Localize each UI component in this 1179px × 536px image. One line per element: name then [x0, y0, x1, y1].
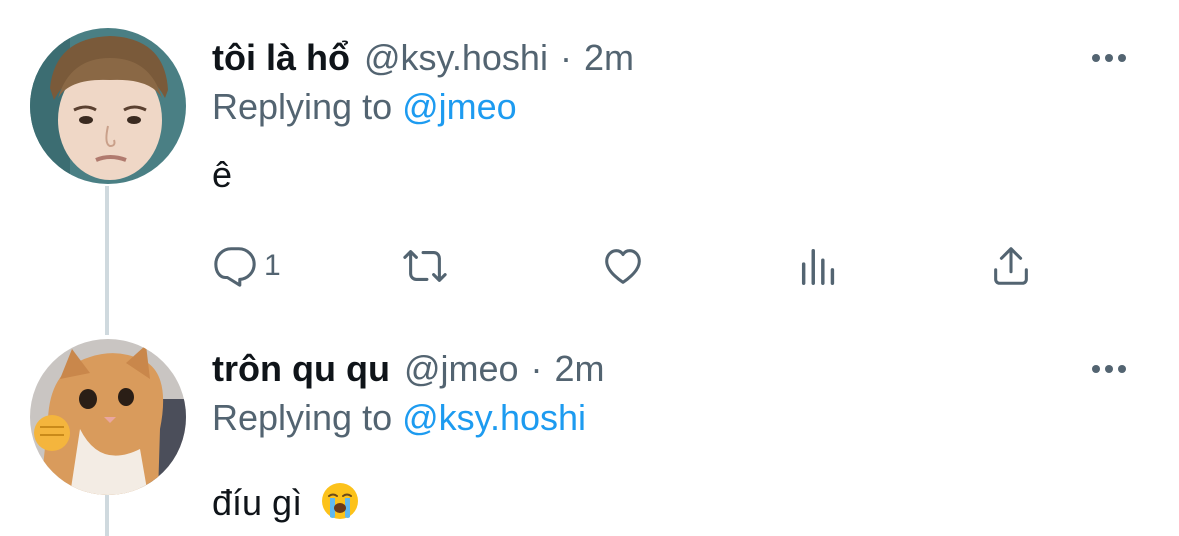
tweet[interactable]: trôn qu qu @jmeo · 2m Replying to @ksy.h… — [0, 335, 1179, 536]
avatar[interactable] — [30, 28, 186, 184]
tweet-header: tôi là hổ @ksy.hoshi · 2m — [212, 34, 1139, 82]
reply-icon — [214, 247, 256, 287]
tweet-text: đíu gì — [212, 482, 303, 523]
user-handle[interactable]: @ksy.hoshi — [364, 37, 548, 79]
more-dot — [1105, 54, 1113, 62]
avatar-photo-cat — [30, 339, 186, 495]
header-separator: · — [559, 37, 572, 78]
replying-to: Replying to @jmeo — [212, 86, 517, 128]
retweet-button[interactable] — [402, 238, 448, 294]
display-name[interactable]: tôi là hổ — [212, 37, 350, 79]
share-icon — [994, 247, 1028, 285]
tweet-text: ê — [212, 154, 233, 195]
more-dot — [1118, 54, 1126, 62]
thread-connector-line — [105, 186, 109, 335]
more-dot — [1105, 365, 1113, 373]
views-button[interactable] — [796, 238, 842, 294]
heart-icon — [605, 249, 641, 284]
tweet-content: tôi là hổ @ksy.hoshi · 2m Replying to @j… — [212, 34, 1139, 324]
loudly-crying-face-emoji — [322, 483, 359, 519]
replying-to-label: Replying to — [212, 86, 403, 127]
tweet-content: trôn qu qu @jmeo · 2m Replying to @ksy.h… — [212, 345, 1139, 535]
tweet-actions: 1 — [212, 238, 1139, 294]
tweet-header: trôn qu qu @jmeo · 2m — [212, 345, 1139, 393]
replying-to-mention[interactable]: @ksy.hoshi — [402, 397, 586, 438]
replying-to-mention[interactable]: @jmeo — [402, 86, 517, 127]
more-horizontal-icon — [1092, 365, 1100, 373]
header-separator: · — [530, 348, 543, 389]
avatar[interactable] — [30, 339, 186, 495]
more-horizontal-icon — [1092, 54, 1100, 62]
share-button[interactable] — [988, 238, 1034, 294]
more-options-button[interactable] — [1079, 34, 1139, 82]
retweet-icon — [403, 250, 447, 282]
replying-to-label: Replying to — [212, 397, 403, 438]
reply-button[interactable]: 1 — [212, 238, 281, 294]
avatar-photo-person — [30, 28, 186, 184]
more-options-button[interactable] — [1079, 345, 1139, 393]
user-handle[interactable]: @jmeo — [404, 348, 519, 390]
thread-connector-line — [105, 495, 109, 536]
replying-to: Replying to @ksy.hoshi — [212, 397, 586, 439]
timestamp[interactable]: 2m — [555, 348, 605, 390]
display-name[interactable]: trôn qu qu — [212, 348, 390, 390]
tweet-text-row: đíu gì — [212, 481, 360, 524]
more-dot — [1118, 365, 1126, 373]
reply-count: 1 — [264, 249, 281, 282]
timestamp[interactable]: 2m — [584, 37, 634, 79]
tweet[interactable]: tôi là hổ @ksy.hoshi · 2m Replying to @j… — [0, 0, 1179, 335]
analytics-icon — [801, 248, 835, 285]
like-button[interactable] — [600, 238, 646, 294]
